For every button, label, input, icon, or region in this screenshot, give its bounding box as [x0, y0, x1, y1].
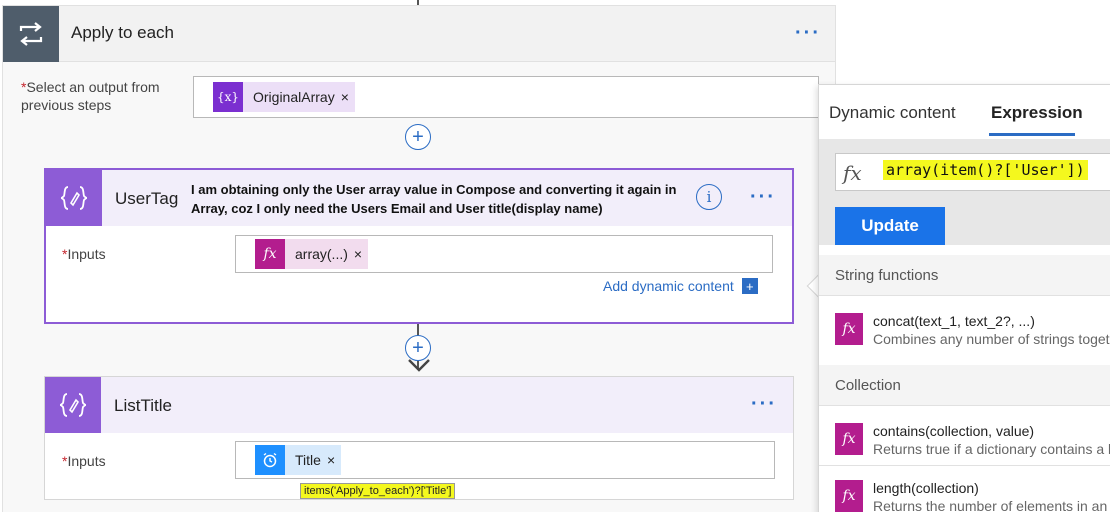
array-expression-label: array(...)	[295, 246, 348, 262]
function-item-concat[interactable]: fx concat(text_1, text_2?, ...) Combines…	[835, 313, 1110, 361]
function-name: concat(text_1, text_2?, ...)	[873, 313, 1035, 329]
select-output-label: *Select an output from previous steps	[21, 78, 181, 114]
function-description: Returns the number of elements in an arr…	[873, 498, 1110, 512]
listtitle-compose-card: ListTitle ··· *Inputs Title ×	[44, 376, 794, 500]
function-name: contains(collection, value)	[873, 423, 1035, 439]
listtitle-inputs-field[interactable]: Title ×	[235, 441, 775, 479]
select-output-input[interactable]: {x} OriginalArray ×	[193, 76, 819, 118]
string-functions-title: String functions	[835, 267, 939, 284]
function-item-contains[interactable]: fx contains(collection, value) Returns t…	[835, 423, 1110, 471]
expression-panel: Dynamic content Expression fx array(item…	[818, 84, 1110, 512]
variable-icon: {x}	[213, 82, 243, 112]
usertag-title: UserTag	[115, 189, 179, 208]
add-dynamic-content-link[interactable]: Add dynamic content +	[603, 278, 758, 294]
title-token[interactable]: Title ×	[255, 445, 342, 475]
listtitle-header[interactable]: ListTitle ···	[45, 377, 793, 433]
divider	[819, 465, 1110, 466]
flow-designer-canvas: Apply to each ··· *Select an output from…	[0, 0, 1110, 512]
expression-icon: fx	[835, 313, 863, 345]
token-tooltip: items('Apply_to_each')?['Title']	[300, 483, 456, 499]
divider	[819, 295, 1110, 296]
collection-title: Collection	[835, 377, 901, 394]
insert-step-plus-icon[interactable]: +	[405, 124, 431, 150]
array-expression-token[interactable]: fx array(...) ×	[255, 239, 369, 269]
connector-arrow-icon	[408, 359, 430, 372]
listtitle-inputs-label-text: Inputs	[67, 453, 106, 469]
listtitle-inputs-label: *Inputs	[62, 453, 106, 469]
original-array-token[interactable]: {x} OriginalArray ×	[213, 82, 355, 112]
compose-icon	[45, 377, 101, 433]
function-description: Returns true if a dictionary contains a …	[873, 441, 1110, 457]
expression-icon: fx	[255, 239, 285, 269]
original-array-label: OriginalArray	[253, 89, 335, 105]
info-icon[interactable]: i	[696, 184, 722, 210]
remove-token-icon[interactable]: ×	[341, 89, 355, 105]
expression-icon: fx	[835, 480, 863, 512]
active-tab-indicator	[989, 133, 1075, 136]
remove-token-icon[interactable]: ×	[354, 246, 368, 262]
listtitle-title: ListTitle	[114, 396, 172, 415]
usertag-header[interactable]: UserTag I am obtaining only the User arr…	[46, 170, 792, 226]
tab-expression[interactable]: Expression	[991, 103, 1083, 123]
usertag-inputs-label: *Inputs	[62, 246, 106, 262]
usertag-menu-button[interactable]: ···	[750, 187, 776, 207]
expression-text[interactable]: array(item()?['User'])	[883, 160, 1088, 180]
usertag-comment: I am obtaining only the User array value…	[191, 182, 677, 216]
usertag-inputs-field[interactable]: fx array(...) ×	[235, 235, 773, 273]
update-button[interactable]: Update	[835, 207, 945, 245]
function-icon: fx	[843, 161, 862, 185]
function-item-length[interactable]: fx length(collection) Returns the number…	[835, 480, 1110, 512]
loop-icon	[3, 6, 59, 62]
divider	[819, 405, 1110, 406]
add-dynamic-content-label: Add dynamic content	[603, 278, 734, 294]
compose-icon	[46, 170, 102, 226]
title-token-label: Title	[295, 452, 321, 468]
add-dynamic-plus-icon: +	[741, 278, 758, 294]
tab-dynamic-content[interactable]: Dynamic content	[829, 103, 956, 123]
usertag-compose-card: UserTag I am obtaining only the User arr…	[44, 168, 794, 324]
function-name: length(collection)	[873, 480, 979, 496]
apply-to-each-header[interactable]: Apply to each ···	[3, 6, 835, 62]
expression-icon: fx	[835, 423, 863, 455]
listtitle-menu-button[interactable]: ···	[751, 394, 777, 414]
select-output-label-text: Select an output from previous steps	[21, 79, 160, 113]
scope-menu-button[interactable]: ···	[795, 23, 821, 43]
remove-token-icon[interactable]: ×	[327, 452, 341, 468]
function-description: Combines any number of strings together	[873, 331, 1110, 347]
usertag-inputs-label-text: Inputs	[67, 246, 106, 262]
alarm-icon	[255, 445, 285, 475]
apply-to-each-title: Apply to each	[71, 23, 175, 42]
